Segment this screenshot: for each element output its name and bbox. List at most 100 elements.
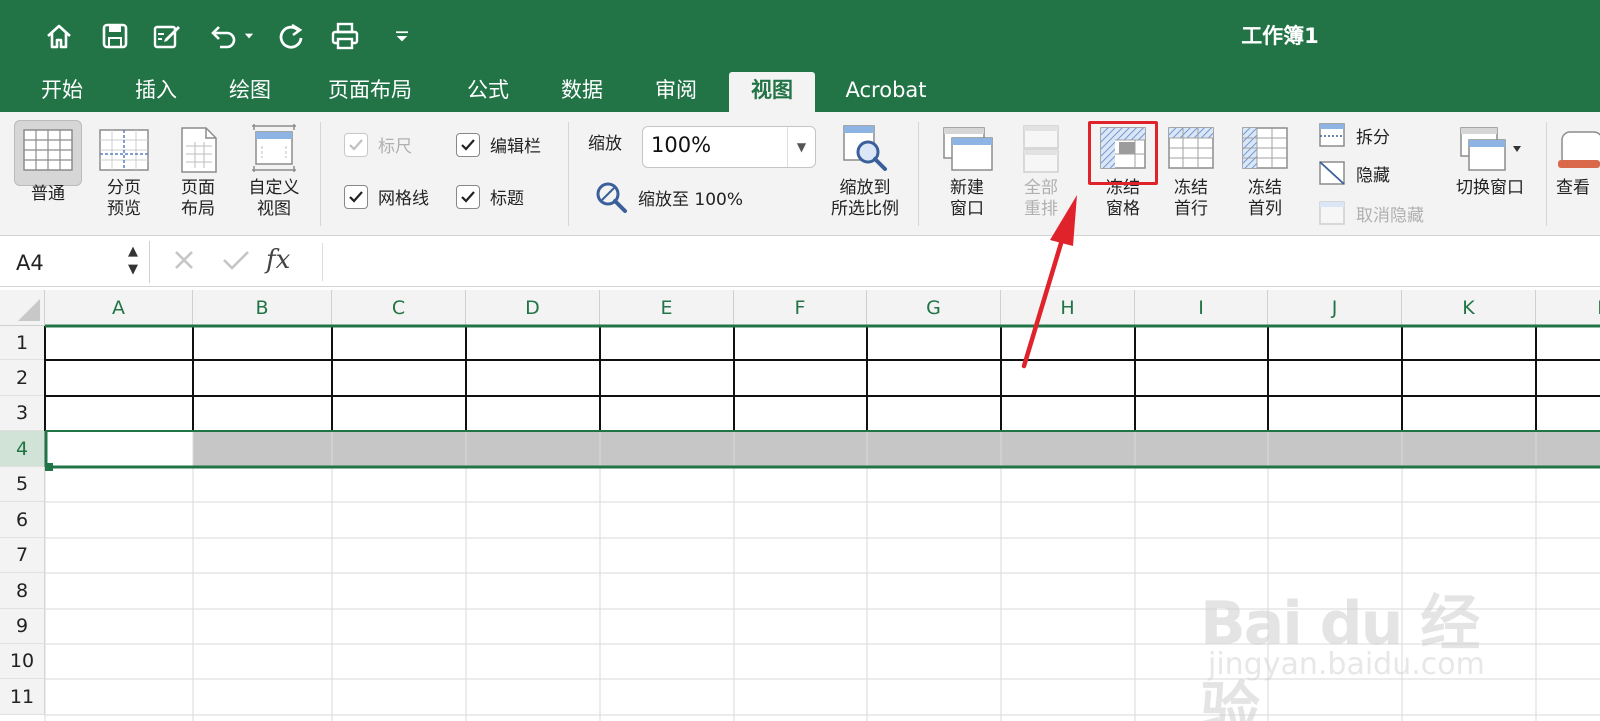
- formula-bar-checkbox[interactable]: 编辑栏: [456, 132, 541, 157]
- split-icon: [1319, 123, 1345, 147]
- headings-checkbox[interactable]: 标题: [456, 184, 524, 209]
- ribbon-separator: [568, 122, 569, 226]
- customize-icon[interactable]: [392, 16, 412, 56]
- ruler-checkbox[interactable]: 标尺: [344, 132, 412, 157]
- freeze-first-column-label-2: 首列: [1248, 199, 1282, 219]
- hide-icon: [1319, 161, 1345, 185]
- freeze-first-column-label-1: 冻结: [1248, 178, 1282, 198]
- normal-view-icon: [23, 129, 73, 171]
- freeze-top-row-label-2: 首行: [1174, 199, 1208, 219]
- ribbon-view: 普通 分页 预览 页面 布局 自定义 视图 标尺 编辑栏 网格线 标题 缩放 1…: [0, 112, 1600, 236]
- save-icon[interactable]: [100, 16, 130, 56]
- watermark-url: jingyan.baidu.com: [1208, 647, 1485, 682]
- ribbon-separator: [320, 122, 321, 226]
- normal-view-label: 普通: [31, 184, 65, 204]
- arrange-all-button[interactable]: 全部 重排: [1010, 124, 1072, 220]
- arrange-all-label-2: 重排: [1024, 199, 1058, 219]
- zoom-label: 缩放: [588, 134, 622, 154]
- new-window-button[interactable]: 新建 窗口: [936, 124, 998, 220]
- zoom-value: 100%: [651, 133, 712, 157]
- zoom-to-selection-label-1: 缩放到: [839, 178, 891, 198]
- page-break-icon: [99, 129, 149, 171]
- tab-view[interactable]: 视图: [729, 72, 815, 112]
- home-icon[interactable]: [44, 16, 74, 56]
- freeze-panes-label-2: 窗格: [1106, 199, 1140, 219]
- view-macros-icon: [1558, 131, 1600, 168]
- zoom-100-icon: [596, 182, 627, 213]
- gridlines-label: 网格线: [378, 189, 429, 209]
- name-box-stepper-icon[interactable]: ▲ ▼: [128, 243, 138, 279]
- undo-dropdown-icon[interactable]: [242, 16, 256, 56]
- page-layout-icon: [181, 127, 217, 173]
- view-macros-label: 查看: [1556, 178, 1590, 198]
- custom-views-button[interactable]: 自定义 视图: [238, 122, 310, 220]
- gridlines-checkbox[interactable]: 网格线: [344, 184, 429, 209]
- ribbon-separator: [1546, 122, 1547, 226]
- formula-bar-check-icon: [456, 132, 480, 157]
- zoom-input[interactable]: 100% ▼: [642, 126, 816, 168]
- formula-bar-label: 编辑栏: [490, 137, 541, 157]
- zoom-to-selection-label-2: 所选比例: [831, 199, 899, 219]
- freeze-top-row-label-1: 冻结: [1174, 178, 1208, 198]
- freeze-first-column-button[interactable]: 冻结 首列: [1234, 124, 1296, 220]
- print-icon[interactable]: [330, 16, 360, 56]
- new-window-label-1: 新建: [950, 178, 984, 198]
- redo-icon[interactable]: [276, 16, 306, 56]
- headings-label: 标题: [490, 189, 524, 209]
- excel-window: 工作簿1 开始 插入 绘图 页面布局 公式 数据 审阅 视图 Acrobat 普…: [0, 0, 1600, 721]
- page-layout-label-1: 页面: [181, 178, 215, 198]
- ribbon-tabs: 开始 插入 绘图 页面布局 公式 数据 审阅 视图 Acrobat: [0, 72, 1600, 112]
- formula-bar: A4 ▲ ▼ fx: [0, 237, 1600, 287]
- tab-draw[interactable]: 绘图: [212, 72, 288, 112]
- formula-input[interactable]: [322, 243, 1600, 281]
- page-break-label-1: 分页: [107, 178, 141, 198]
- new-window-icon: [943, 127, 993, 171]
- switch-windows-button[interactable]: 切换窗口: [1446, 126, 1534, 199]
- custom-views-label-2: 视图: [257, 199, 291, 219]
- tab-home[interactable]: 开始: [24, 72, 100, 112]
- selected-row-fill: [193, 431, 1600, 467]
- unhide-icon: [1319, 201, 1345, 225]
- switch-windows-icon: [1460, 127, 1521, 171]
- edit-icon[interactable]: [152, 16, 182, 56]
- zoom-100-button[interactable]: 缩放至 100%: [594, 180, 743, 214]
- gridlines-check-icon: [344, 184, 368, 209]
- ruler-check-icon: [344, 132, 368, 157]
- tab-review[interactable]: 审阅: [638, 72, 714, 112]
- arrange-all-label-1: 全部: [1024, 178, 1058, 198]
- arrange-all-icon: [1023, 125, 1059, 173]
- enter-icon[interactable]: [220, 246, 252, 274]
- chevron-down-icon[interactable]: ▼: [787, 127, 815, 167]
- page-break-preview-button[interactable]: 分页 预览: [92, 126, 156, 220]
- hide-button[interactable]: 隐藏: [1318, 160, 1390, 186]
- ribbon-separator: [918, 122, 919, 226]
- headings-check-icon: [456, 184, 480, 209]
- freeze-top-row-icon: [1168, 127, 1214, 169]
- custom-views-label-1: 自定义: [248, 178, 300, 198]
- unhide-button[interactable]: 取消隐藏: [1318, 200, 1424, 226]
- view-macros-button[interactable]: 查看: [1556, 126, 1600, 199]
- insert-function-icon[interactable]: fx: [266, 245, 290, 275]
- ruler-label: 标尺: [378, 137, 412, 157]
- cancel-icon[interactable]: [170, 246, 198, 274]
- page-break-label-2: 预览: [107, 199, 141, 219]
- zoom-to-selection-icon: [843, 125, 887, 171]
- zoom-to-selection-button[interactable]: 缩放到 所选比例: [822, 124, 908, 220]
- undo-icon[interactable]: [208, 16, 238, 56]
- tab-acrobat[interactable]: Acrobat: [834, 72, 938, 112]
- split-button[interactable]: 拆分: [1318, 122, 1390, 148]
- zoom-100-label: 缩放至 100%: [638, 189, 744, 210]
- new-window-label-2: 窗口: [950, 199, 984, 219]
- page-layout-button[interactable]: 页面 布局: [166, 126, 230, 220]
- freeze-top-row-button[interactable]: 冻结 首行: [1160, 124, 1222, 220]
- tab-data[interactable]: 数据: [544, 72, 620, 112]
- name-box-value: A4: [16, 251, 44, 275]
- normal-view-button[interactable]: 普通: [14, 126, 82, 205]
- tab-formulas[interactable]: 公式: [450, 72, 526, 112]
- unhide-label: 取消隐藏: [1356, 205, 1424, 226]
- title-bar: 工作簿1: [0, 0, 1600, 72]
- tab-insert[interactable]: 插入: [118, 72, 194, 112]
- tab-page-layout[interactable]: 页面布局: [312, 72, 428, 112]
- split-label: 拆分: [1356, 127, 1390, 148]
- document-title: 工作簿1: [1241, 24, 1319, 48]
